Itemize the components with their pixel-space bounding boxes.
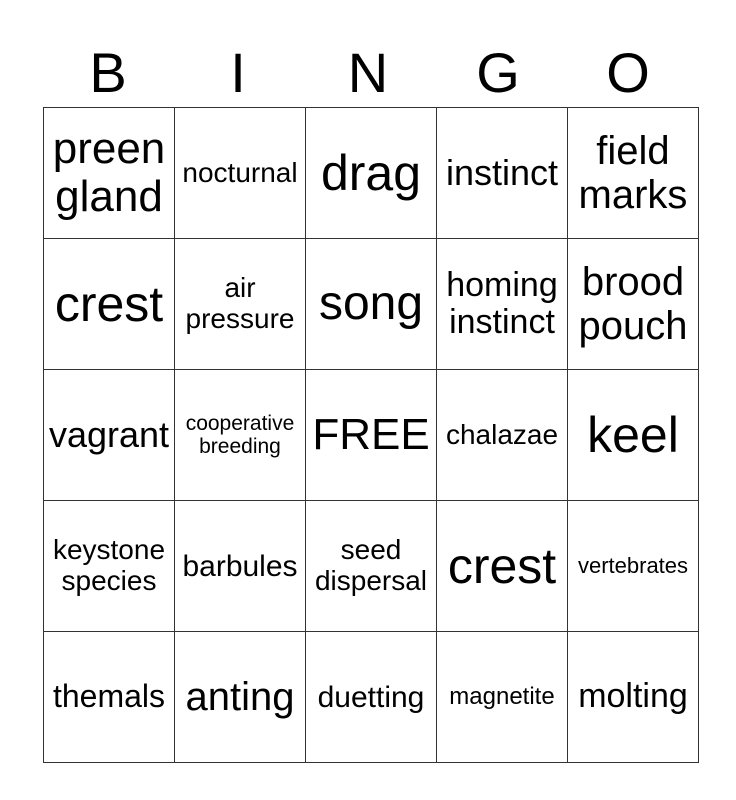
bingo-cell[interactable]: duetting <box>305 631 437 763</box>
header-letter-b: B <box>89 41 127 104</box>
bingo-cell[interactable]: vagrant <box>43 369 175 501</box>
bingo-cell[interactable]: cooperative breeding <box>174 369 306 501</box>
bingo-cell[interactable]: vertebrates <box>567 500 699 632</box>
bingo-cell[interactable]: keystone species <box>43 500 175 632</box>
header-letter-g: G <box>476 41 520 104</box>
free-space-cell[interactable]: FREE <box>305 369 437 501</box>
bingo-cell[interactable]: magnetite <box>436 631 568 763</box>
bingo-row: crest air pressure song homing instinct broo… <box>43 238 699 370</box>
bingo-cell[interactable]: crest <box>43 238 175 370</box>
bingo-row: themals anting duetting magnetite molting <box>43 631 699 763</box>
bingo-row: vagrant cooperative breeding FREE chalazae k… <box>43 369 699 501</box>
bingo-card: preen gland nocturnal drag instinct field ma… <box>43 107 699 763</box>
bingo-header: B I N G O <box>43 42 693 104</box>
bingo-cell[interactable]: brood pouch <box>567 238 699 370</box>
bingo-cell[interactable]: barbules <box>174 500 306 632</box>
bingo-row: preen gland nocturnal drag instinct field ma… <box>43 107 699 239</box>
bingo-cell[interactable]: song <box>305 238 437 370</box>
header-letter-n: N <box>347 41 389 104</box>
bingo-cell[interactable]: nocturnal <box>174 107 306 239</box>
bingo-cell[interactable]: field marks <box>567 107 699 239</box>
bingo-cell[interactable]: crest <box>436 500 568 632</box>
bingo-cell[interactable]: air pressure <box>174 238 306 370</box>
bingo-cell[interactable]: homing instinct <box>436 238 568 370</box>
bingo-cell[interactable]: instinct <box>436 107 568 239</box>
bingo-cell[interactable]: preen gland <box>43 107 175 239</box>
bingo-cell[interactable]: chalazae <box>436 369 568 501</box>
bingo-cell[interactable]: anting <box>174 631 306 763</box>
bingo-cell[interactable]: molting <box>567 631 699 763</box>
header-letter-o: O <box>606 41 650 104</box>
bingo-cell[interactable]: seed dispersal <box>305 500 437 632</box>
bingo-cell[interactable]: themals <box>43 631 175 763</box>
bingo-row: keystone species barbules seed dispersal cr… <box>43 500 699 632</box>
header-letter-i: I <box>230 41 246 104</box>
bingo-cell[interactable]: drag <box>305 107 437 239</box>
bingo-cell[interactable]: keel <box>567 369 699 501</box>
